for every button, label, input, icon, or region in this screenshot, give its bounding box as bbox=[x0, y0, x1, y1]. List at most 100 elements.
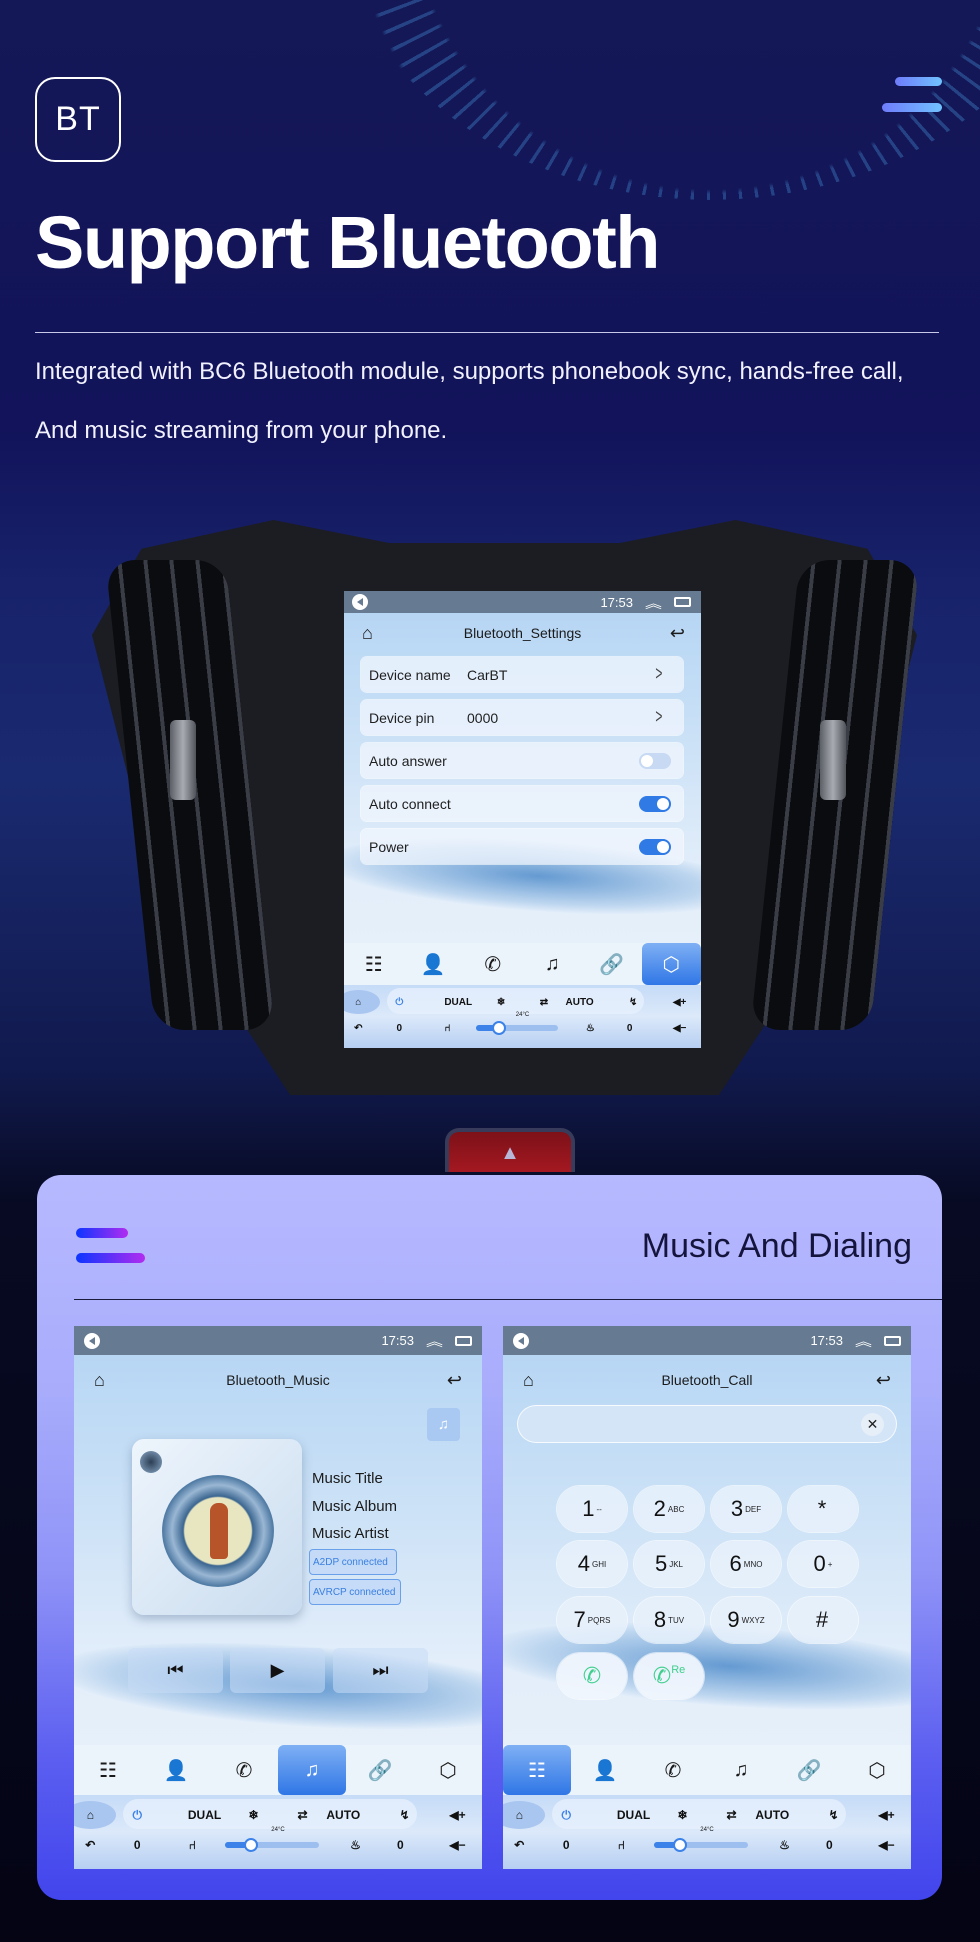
tab-pairing[interactable]: 🔗 bbox=[346, 1745, 414, 1795]
seat-heat-icon[interactable]: ♨ bbox=[342, 1831, 370, 1859]
home-button[interactable]: ⌂ bbox=[74, 1801, 116, 1829]
tab-settings[interactable]: ⬡ bbox=[843, 1745, 911, 1795]
back-arrow-icon[interactable]: ↶ bbox=[346, 1016, 370, 1040]
home-icon[interactable]: ⌂ bbox=[523, 1370, 534, 1391]
skip-previous-icon: ⏮ bbox=[167, 1660, 184, 1680]
dial-key[interactable]: 5 JKL bbox=[634, 1541, 704, 1587]
previous-button[interactable]: ⏮ bbox=[128, 1648, 223, 1693]
seat-heat-icon[interactable]: ♨ bbox=[771, 1831, 799, 1859]
back-arrow-icon[interactable]: ↶ bbox=[505, 1831, 533, 1859]
phone-number-input[interactable]: ✕ bbox=[517, 1405, 897, 1443]
volume-icon[interactable] bbox=[84, 1332, 100, 1349]
tab-call-log[interactable]: ✆ bbox=[639, 1745, 707, 1795]
back-icon[interactable]: ↩ bbox=[670, 623, 685, 644]
tab-contacts[interactable]: 👤 bbox=[404, 943, 464, 985]
back-icon[interactable]: ↩ bbox=[876, 1370, 891, 1391]
seat-heat-icon[interactable]: ♨ bbox=[578, 1016, 602, 1040]
dual-button[interactable]: DUAL bbox=[608, 1801, 658, 1829]
dial-key[interactable]: 1 -- bbox=[557, 1486, 627, 1532]
auto-button[interactable]: AUTO bbox=[558, 990, 601, 1014]
dial-key[interactable]: 6 MNO bbox=[711, 1541, 781, 1587]
airflow-icon[interactable]: ↯ bbox=[390, 1801, 418, 1829]
dial-key[interactable]: 3 DEF bbox=[711, 1486, 781, 1532]
window-icon[interactable] bbox=[674, 597, 691, 607]
fan-speed-slider[interactable] bbox=[476, 1021, 559, 1035]
dial-key[interactable]: # bbox=[788, 1597, 858, 1643]
dial-key[interactable]: * bbox=[788, 1486, 858, 1532]
tab-pairing[interactable]: 🔗 bbox=[582, 943, 642, 985]
tab-call-log[interactable]: ✆ bbox=[210, 1745, 278, 1795]
dial-key[interactable]: 9 WXYZ bbox=[711, 1597, 781, 1643]
window-icon[interactable] bbox=[884, 1335, 901, 1346]
tab-dialpad[interactable]: ☷ bbox=[503, 1745, 571, 1795]
settings-row-auto-connect[interactable]: Auto connect bbox=[361, 786, 683, 821]
home-icon[interactable]: ⌂ bbox=[362, 623, 373, 644]
settings-row-device-name[interactable]: Device name CarBT > bbox=[361, 657, 683, 692]
auto-button[interactable]: AUTO bbox=[747, 1801, 797, 1829]
music-source-button[interactable]: ♫ bbox=[427, 1408, 460, 1441]
volume-down-icon[interactable]: ◀− bbox=[444, 1831, 472, 1859]
tab-music[interactable]: ♫ bbox=[707, 1745, 775, 1795]
dial-key[interactable]: 7 PQRS bbox=[557, 1597, 627, 1643]
volume-up-icon[interactable]: ◀+ bbox=[668, 990, 692, 1014]
next-button[interactable]: ⏭ bbox=[333, 1648, 428, 1693]
tab-contacts[interactable]: 👤 bbox=[142, 1745, 210, 1795]
double-chevron-up-icon[interactable]: ︽ bbox=[855, 1331, 872, 1350]
redial-button[interactable]: ✆ Re bbox=[634, 1653, 704, 1699]
dual-button[interactable]: DUAL bbox=[179, 1801, 229, 1829]
tab-dialpad[interactable]: ☷ bbox=[74, 1745, 142, 1795]
fan-speed-slider[interactable] bbox=[653, 1838, 748, 1852]
power-icon[interactable]: ⏻ bbox=[387, 990, 411, 1014]
dual-button[interactable]: DUAL bbox=[437, 990, 480, 1014]
tab-contacts[interactable]: 👤 bbox=[571, 1745, 639, 1795]
dial-key[interactable]: 0 + bbox=[788, 1541, 858, 1587]
settings-row-device-pin[interactable]: Device pin 0000 > bbox=[361, 700, 683, 735]
dial-key[interactable]: 2 ABC bbox=[634, 1486, 704, 1532]
toggle-switch[interactable] bbox=[639, 752, 671, 769]
toggle-switch[interactable] bbox=[639, 838, 671, 855]
seat-icon[interactable]: ⑁ bbox=[607, 1831, 635, 1859]
airflow-icon[interactable]: ↯ bbox=[819, 1801, 847, 1829]
volume-up-icon[interactable]: ◀+ bbox=[873, 1801, 901, 1829]
tab-settings[interactable]: ⬡ bbox=[414, 1745, 482, 1795]
tab-call-log[interactable]: ✆ bbox=[463, 943, 523, 985]
tab-settings[interactable]: ⬡ bbox=[641, 943, 701, 985]
call-button[interactable]: ✆ bbox=[557, 1653, 627, 1699]
play-button[interactable]: ▶ bbox=[230, 1648, 325, 1693]
double-chevron-up-icon[interactable]: ︽ bbox=[645, 593, 662, 612]
fan-speed-handle[interactable] bbox=[492, 1021, 507, 1035]
row-label: Auto answer bbox=[369, 752, 447, 769]
volume-icon[interactable] bbox=[352, 594, 368, 610]
volume-down-icon[interactable]: ◀− bbox=[873, 1831, 901, 1859]
settings-row-auto-answer[interactable]: Auto answer bbox=[361, 743, 683, 778]
seat-icon[interactable]: ⑁ bbox=[178, 1831, 206, 1859]
airflow-icon[interactable]: ↯ bbox=[621, 990, 645, 1014]
dial-key[interactable]: 8 TUV bbox=[634, 1597, 704, 1643]
home-button[interactable]: ⌂ bbox=[503, 1801, 545, 1829]
home-button[interactable]: ⌂ bbox=[344, 990, 380, 1014]
volume-icon[interactable] bbox=[513, 1332, 529, 1349]
clear-input-icon[interactable]: ✕ bbox=[861, 1413, 884, 1436]
back-icon[interactable]: ↩ bbox=[447, 1370, 462, 1391]
tab-pairing[interactable]: 🔗 bbox=[775, 1745, 843, 1795]
dial-key[interactable]: 4 GHI bbox=[557, 1541, 627, 1587]
fan-speed-handle[interactable] bbox=[244, 1838, 259, 1852]
window-icon[interactable] bbox=[455, 1335, 472, 1346]
settings-row-power[interactable]: Power bbox=[361, 829, 683, 864]
fan-speed-handle[interactable] bbox=[673, 1838, 688, 1852]
power-icon[interactable]: ⏻ bbox=[552, 1801, 580, 1829]
back-arrow-icon[interactable]: ↶ bbox=[76, 1831, 104, 1859]
tab-dialpad[interactable]: ☷ bbox=[344, 943, 404, 985]
fan-speed-slider[interactable] bbox=[224, 1838, 319, 1852]
power-icon[interactable]: ⏻ bbox=[123, 1801, 151, 1829]
tab-music[interactable]: ♫ bbox=[523, 943, 583, 985]
seat-icon[interactable]: ⑁ bbox=[436, 1016, 460, 1040]
toggle-switch[interactable] bbox=[639, 795, 671, 812]
volume-down-icon[interactable]: ◀− bbox=[668, 1016, 692, 1040]
double-chevron-up-icon[interactable]: ︽ bbox=[426, 1331, 443, 1350]
home-icon[interactable]: ⌂ bbox=[94, 1370, 105, 1391]
dial-key-digit: 5 bbox=[654, 1551, 668, 1576]
tab-music[interactable]: ♫ bbox=[278, 1745, 346, 1795]
volume-up-icon[interactable]: ◀+ bbox=[444, 1801, 472, 1829]
auto-button[interactable]: AUTO bbox=[318, 1801, 368, 1829]
